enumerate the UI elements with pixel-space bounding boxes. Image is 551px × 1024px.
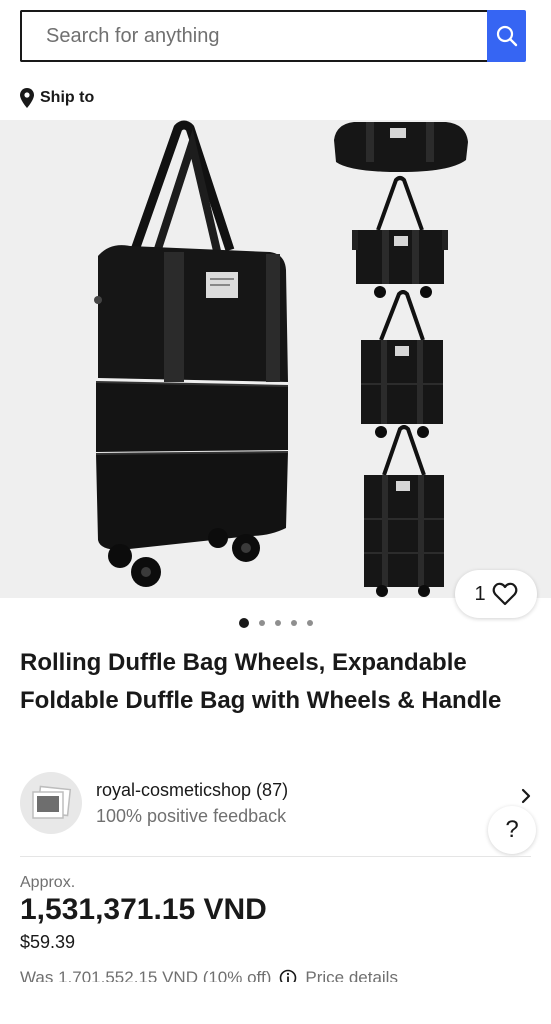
pagination-dot[interactable] bbox=[258, 620, 265, 626]
help-button[interactable]: ? bbox=[488, 806, 536, 854]
search-input[interactable] bbox=[20, 10, 489, 62]
ship-to-link[interactable]: Ship to bbox=[20, 86, 94, 110]
search-button[interactable] bbox=[487, 10, 526, 62]
image-gallery[interactable] bbox=[0, 120, 551, 598]
pagination-dot[interactable] bbox=[306, 620, 313, 626]
thumbnail-image[interactable] bbox=[350, 174, 450, 302]
thumbnail-image[interactable] bbox=[358, 425, 450, 598]
seller-feedback: 100% positive feedback bbox=[96, 806, 287, 826]
main-product-image[interactable] bbox=[80, 120, 300, 598]
pagination-dot-active[interactable] bbox=[238, 618, 249, 628]
was-price-row: Was 1,701,552.15 VND (10% off) Price det… bbox=[20, 968, 540, 982]
price-usd: $59.39 bbox=[20, 932, 76, 952]
gallery-pagination bbox=[0, 616, 551, 630]
search-icon bbox=[496, 25, 517, 47]
thumbnail-image[interactable] bbox=[355, 290, 450, 440]
chevron-right-icon[interactable] bbox=[520, 788, 532, 804]
info-icon[interactable] bbox=[279, 969, 297, 982]
watch-button[interactable]: 1 bbox=[455, 570, 537, 618]
ship-to-label: Ship to bbox=[40, 89, 95, 106]
was-price: Was 1,701,552.15 VND (10% off) bbox=[20, 968, 272, 982]
pagination-dot[interactable] bbox=[290, 620, 297, 626]
price-details-link[interactable]: Price details bbox=[305, 968, 398, 982]
pagination-dot[interactable] bbox=[274, 620, 281, 626]
watch-count: 1 bbox=[474, 582, 486, 605]
approx-label: Approx. bbox=[20, 874, 76, 891]
seller-name[interactable]: royal-cosmeticshop (87) bbox=[96, 780, 288, 801]
location-pin-icon bbox=[20, 88, 34, 108]
seller-card[interactable]: royal-cosmeticshop (87) 100% positive fe… bbox=[20, 772, 531, 836]
search-bar bbox=[20, 10, 526, 62]
divider bbox=[20, 856, 531, 857]
thumbnail-image[interactable] bbox=[330, 120, 470, 174]
seller-avatar bbox=[20, 772, 82, 834]
image-placeholder-icon bbox=[32, 785, 72, 819]
price: 1,531,371.15 VND bbox=[20, 893, 267, 926]
product-title: Rolling Duffle Bag Wheels, Expandable Fo… bbox=[20, 649, 502, 714]
heart-icon bbox=[492, 582, 517, 606]
